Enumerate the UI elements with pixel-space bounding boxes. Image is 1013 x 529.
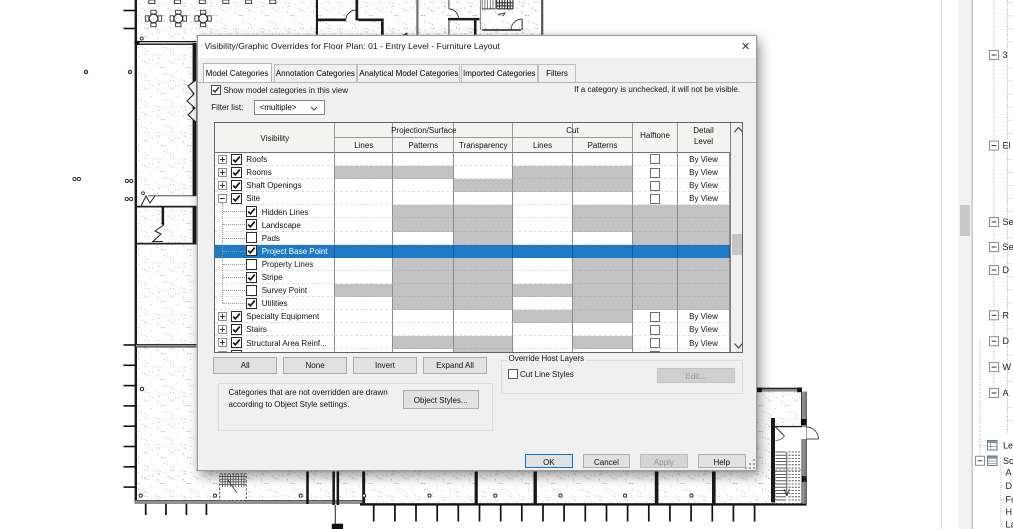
svg-text:W: W [1003,362,1012,372]
svg-text:H: H [1006,507,1013,517]
svg-text:Se: Se [1003,217,1013,227]
svg-text:3: 3 [1003,50,1008,60]
svg-text:D: D [1003,265,1010,275]
svg-text:El: El [1003,141,1011,151]
svg-text:D: D [1006,481,1013,491]
svg-text:La: La [1006,519,1013,529]
svg-text:A: A [1006,468,1012,478]
svg-text:Fu: Fu [1006,495,1013,505]
svg-text:Se: Se [1003,242,1013,252]
svg-text:D: D [1003,336,1010,346]
svg-text:A: A [1003,388,1009,398]
svg-text:Sc: Sc [1003,456,1013,466]
svg-text:Le: Le [1003,440,1013,450]
svg-text:R: R [1003,310,1010,320]
